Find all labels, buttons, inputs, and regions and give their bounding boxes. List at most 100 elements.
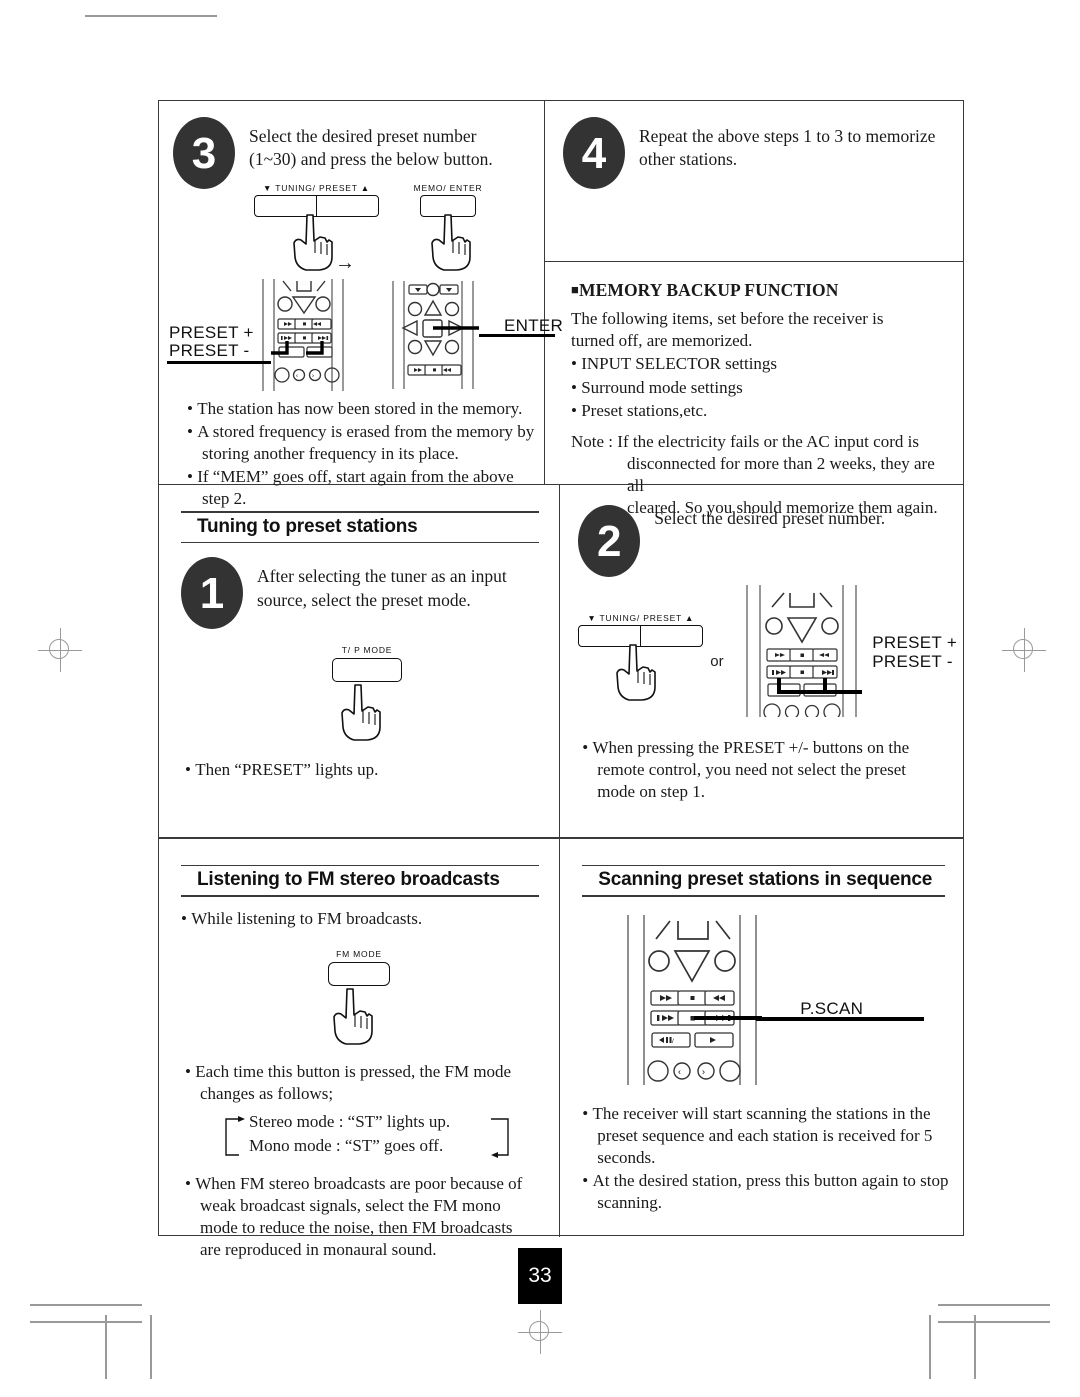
step-4-header: 4 Repeat the above steps 1 to 3 to memor… — [563, 117, 945, 189]
square-bullet-icon: ■ — [571, 282, 579, 298]
step-1-instruction: After selecting the tuner as an input so… — [257, 566, 507, 610]
fm-notes-top: While listening to FM broadcasts. — [181, 908, 539, 930]
pointing-hand-icon-step-2 — [616, 644, 657, 702]
memory-backup-items: INPUT SELECTOR settings Surround mode se… — [571, 353, 943, 421]
note-label: Note : — [571, 431, 618, 451]
callout-step-2-preset-plus: PRESET + — [872, 633, 958, 653]
page-number: 33 — [518, 1248, 562, 1304]
memory-backup-title: MEMORY BACKUP FUNCTION — [578, 280, 839, 301]
svg-text:‹: ‹ — [296, 374, 298, 380]
fm-mode-stereo-text: Stereo mode : “ST” lights up. — [249, 1111, 451, 1131]
fm-mode-button-label: FM MODE — [336, 948, 382, 959]
tp-mode-button-label: T/ P MODE — [341, 645, 393, 656]
registration-mark-bottom — [518, 1310, 562, 1354]
pointing-hand-icon-memo — [431, 214, 471, 271]
step-4-instruction: Repeat the above steps 1 to 3 to memoriz… — [639, 126, 936, 170]
tuning-notes: Then “PRESET” lights up. — [185, 759, 535, 782]
crop-mark-bottom-right-v1 — [929, 1315, 931, 1379]
fm-mode-cycle: Stereo mode : “ST” lights up. Mono mode … — [221, 1111, 521, 1163]
list-item: Preset stations,etc. — [571, 400, 943, 422]
callout-preset-minus: PRESET - — [169, 341, 250, 360]
callout-step-2-preset-minus: PRESET - — [872, 652, 953, 672]
tuning-section-title: Tuning to preset stations — [197, 515, 418, 537]
memo-enter-button-label: MEMO/ ENTER — [413, 183, 483, 193]
heading-rule-bottom — [181, 541, 539, 544]
step-3-instruction: Select the desired preset number (1~30) … — [249, 126, 493, 170]
step-4-number: 4 — [563, 117, 625, 189]
registration-mark-right — [1002, 628, 1046, 672]
step-2-tuning-preset-button-group[interactable]: ▼ TUNING/ PRESET ▲ — [578, 613, 704, 648]
list-item: When pressing the PRESET +/- buttons on … — [582, 737, 942, 803]
crop-mark-bottom-right-h1 — [938, 1304, 1050, 1306]
list-item: The station has now been stored in the m… — [187, 398, 539, 420]
step-3-flow-arrow: → — [335, 252, 355, 274]
remote-control-illustration-pscan: / ‹ › — [627, 914, 763, 1085]
list-item: Then “PRESET” lights up. — [185, 759, 535, 781]
crop-mark-bottom-left-h2 — [30, 1321, 142, 1323]
svg-text:›: › — [312, 374, 314, 380]
crop-mark-bottom-right-v2 — [974, 1315, 976, 1379]
pscan-notes: The receiver will start scanning the sta… — [582, 1103, 950, 1215]
step-1-number: 1 — [181, 557, 243, 630]
panel-memory-backup: ■MEMORY BACKUP FUNCTION The following it… — [545, 262, 963, 519]
panel-step-3: 3 Select the desired preset number (1~30… — [159, 101, 563, 508]
crop-mark-bottom-left-v2 — [150, 1315, 152, 1379]
section-heading-fm: Listening to FM stereo broadcasts — [181, 864, 539, 897]
crop-mark-bottom-right-h2 — [938, 1321, 1050, 1323]
section-heading-pscan: Scanning preset stations in sequence — [582, 864, 945, 897]
crop-mark-bottom-left-h1 — [30, 1304, 142, 1306]
lead-line-p-scan — [756, 1016, 925, 1021]
fm-section-title: Listening to FM stereo broadcasts — [197, 869, 500, 891]
panel-scanning-preset-stations: Scanning preset stations in sequence / ‹… — [560, 839, 963, 1237]
panel-tuning-to-preset-stations: Tuning to preset stations 1 After select… — [159, 485, 559, 837]
tp-mode-button[interactable] — [332, 658, 402, 683]
pointing-hand-icon-tp-mode — [341, 684, 381, 742]
panel-step-4-and-backup: 4 Repeat the above steps 1 to 3 to memor… — [545, 101, 963, 517]
list-item: INPUT SELECTOR settings — [571, 353, 943, 375]
step-2-number: 2 — [578, 505, 641, 578]
svg-text:‹: ‹ — [678, 1066, 681, 1076]
remote-control-illustration-preset: ‹ › — [262, 279, 344, 391]
tuning-preset-button-label: ▼ TUNING/ PRESET ▲ — [263, 183, 370, 193]
remote-control-illustration-enter — [392, 281, 479, 389]
registration-mark-left — [38, 628, 82, 672]
step-2-instruction: Select the desired preset number. — [654, 508, 886, 529]
fm-mode-button-group[interactable]: FM MODE — [307, 949, 411, 986]
cycle-bracket-right-icon — [491, 1117, 509, 1158]
fm-mode-mono-text: Mono mode : “ST” goes off. — [249, 1135, 444, 1155]
step-3-tuning-preset-button-group[interactable]: ▼ TUNING/ PRESET ▲ — [254, 183, 379, 217]
list-item: When FM stereo broadcasts are poor becau… — [185, 1173, 535, 1261]
list-item: A stored frequency is erased from the me… — [187, 421, 539, 465]
tp-mode-button-group[interactable]: T/ P MODE — [319, 645, 415, 683]
step-2-tuning-preset-label: ▼ TUNING/ PRESET ▲ — [587, 613, 695, 624]
memory-backup-heading: ■MEMORY BACKUP FUNCTION — [571, 280, 943, 301]
step-2-header: 2 Select the desired preset number. — [578, 505, 945, 578]
select-preset-notes: When pressing the PRESET +/- buttons on … — [582, 737, 942, 804]
list-item: At the desired station, press this butto… — [582, 1170, 950, 1214]
pscan-section-title: Scanning preset stations in sequence — [598, 869, 933, 891]
svg-text:›: › — [702, 1066, 705, 1076]
step-1-header: 1 After selecting the tuner as an input … — [181, 557, 539, 630]
cycle-bracket-left-icon — [225, 1115, 245, 1156]
pointing-hand-icon-tuning — [293, 214, 333, 271]
callout-preset-plus: PRESET + — [169, 323, 254, 342]
section-heading-tuning: Tuning to preset stations — [181, 511, 539, 544]
list-item: The receiver will start scanning the sta… — [582, 1103, 950, 1169]
panel-select-preset-number: 2 Select the desired preset number. ▼ TU… — [560, 485, 963, 837]
step-3-header: 3 Select the desired preset number (1~30… — [173, 117, 526, 189]
memory-backup-intro: The following items, set before the rece… — [571, 309, 884, 351]
panel-fm-stereo: Listening to FM stereo broadcasts While … — [159, 839, 559, 1259]
pointing-hand-icon-fm-mode — [333, 987, 373, 1045]
step-3-number: 3 — [173, 117, 235, 189]
step-3-memo-enter-button-group[interactable]: MEMO/ ENTER — [411, 183, 485, 217]
lead-line-preset — [167, 361, 271, 364]
list-item: Each time this button is pressed, the FM… — [185, 1061, 531, 1105]
fm-notes-bottom: When FM stereo broadcasts are poor becau… — [185, 1173, 535, 1262]
lead-line-enter — [479, 334, 555, 337]
crop-mark-top-left — [85, 15, 217, 17]
fm-mode-button[interactable] — [328, 961, 390, 986]
fm-notes-mid: Each time this button is pressed, the FM… — [185, 1061, 531, 1106]
list-item: While listening to FM broadcasts. — [181, 908, 539, 930]
heading-rule-bottom — [582, 895, 945, 897]
crop-mark-bottom-left-v1 — [105, 1315, 107, 1379]
